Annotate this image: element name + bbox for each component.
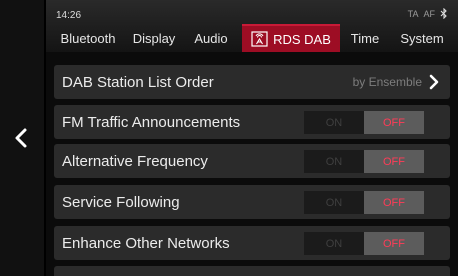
chevron-left-icon: [15, 128, 27, 148]
ta-indicator: TA: [407, 8, 419, 19]
back-button[interactable]: [0, 0, 44, 276]
on-off-toggle[interactable]: ON OFF: [304, 232, 424, 255]
setting-label: DAB Station List Order: [62, 73, 214, 91]
tab-rds-dab[interactable]: RDS DAB: [242, 24, 340, 52]
on-off-toggle[interactable]: ON OFF: [304, 111, 424, 134]
setting-dab-station-list-order[interactable]: DAB Station List Order by Ensemble: [54, 65, 450, 99]
toggle-off-option[interactable]: OFF: [364, 150, 424, 173]
toggle-off-option[interactable]: OFF: [364, 191, 424, 214]
setting-row-partial[interactable]: [54, 266, 450, 276]
toggle-on-option[interactable]: ON: [304, 111, 364, 134]
radio-icon: [251, 31, 268, 47]
af-indicator: AF: [423, 8, 435, 19]
toggle-on-option[interactable]: ON: [304, 232, 364, 255]
tab-audio[interactable]: Audio: [186, 24, 236, 52]
chevron-right-icon: [429, 74, 439, 90]
setting-service-following: Service Following ON OFF: [54, 185, 450, 219]
on-off-toggle[interactable]: ON OFF: [304, 191, 424, 214]
setting-enhance-other-networks: Enhance Other Networks ON OFF: [54, 226, 450, 260]
toggle-on-option[interactable]: ON: [304, 191, 364, 214]
toggle-off-option[interactable]: OFF: [364, 232, 424, 255]
setting-label: Enhance Other Networks: [62, 234, 230, 252]
setting-alternative-frequency: Alternative Frequency ON OFF: [54, 144, 450, 178]
tab-label: Bluetooth: [60, 30, 116, 46]
toggle-on-option[interactable]: ON: [304, 150, 364, 173]
setting-label: FM Traffic Announcements: [62, 113, 241, 131]
header: 14:26 TA AF Bluetooth Display Audio RDS …: [46, 0, 458, 52]
toggle-off-option[interactable]: OFF: [364, 111, 424, 134]
tab-system[interactable]: System: [392, 24, 452, 52]
setting-fm-traffic-announcements: FM Traffic Announcements ON OFF: [54, 105, 450, 139]
tab-label: RDS DAB: [273, 31, 331, 47]
setting-label: Service Following: [62, 193, 180, 211]
tab-display[interactable]: Display: [126, 24, 182, 52]
on-off-toggle[interactable]: ON OFF: [304, 150, 424, 173]
tab-label: Audio: [194, 30, 228, 46]
setting-value: by Ensemble: [352, 75, 422, 89]
bluetooth-icon: [440, 8, 447, 19]
tab-bar: Bluetooth Display Audio RDS DAB Time Sys…: [46, 24, 458, 52]
tab-label: Time: [350, 30, 380, 46]
clock: 14:26: [56, 10, 82, 21]
tab-label: System: [400, 30, 444, 46]
tab-bluetooth[interactable]: Bluetooth: [52, 24, 124, 52]
setting-label: Alternative Frequency: [62, 152, 208, 170]
settings-list: DAB Station List Order by Ensemble FM Tr…: [46, 52, 458, 276]
tab-label: Display: [132, 30, 176, 46]
status-indicators: TA AF: [408, 8, 448, 19]
tab-time[interactable]: Time: [344, 24, 386, 52]
